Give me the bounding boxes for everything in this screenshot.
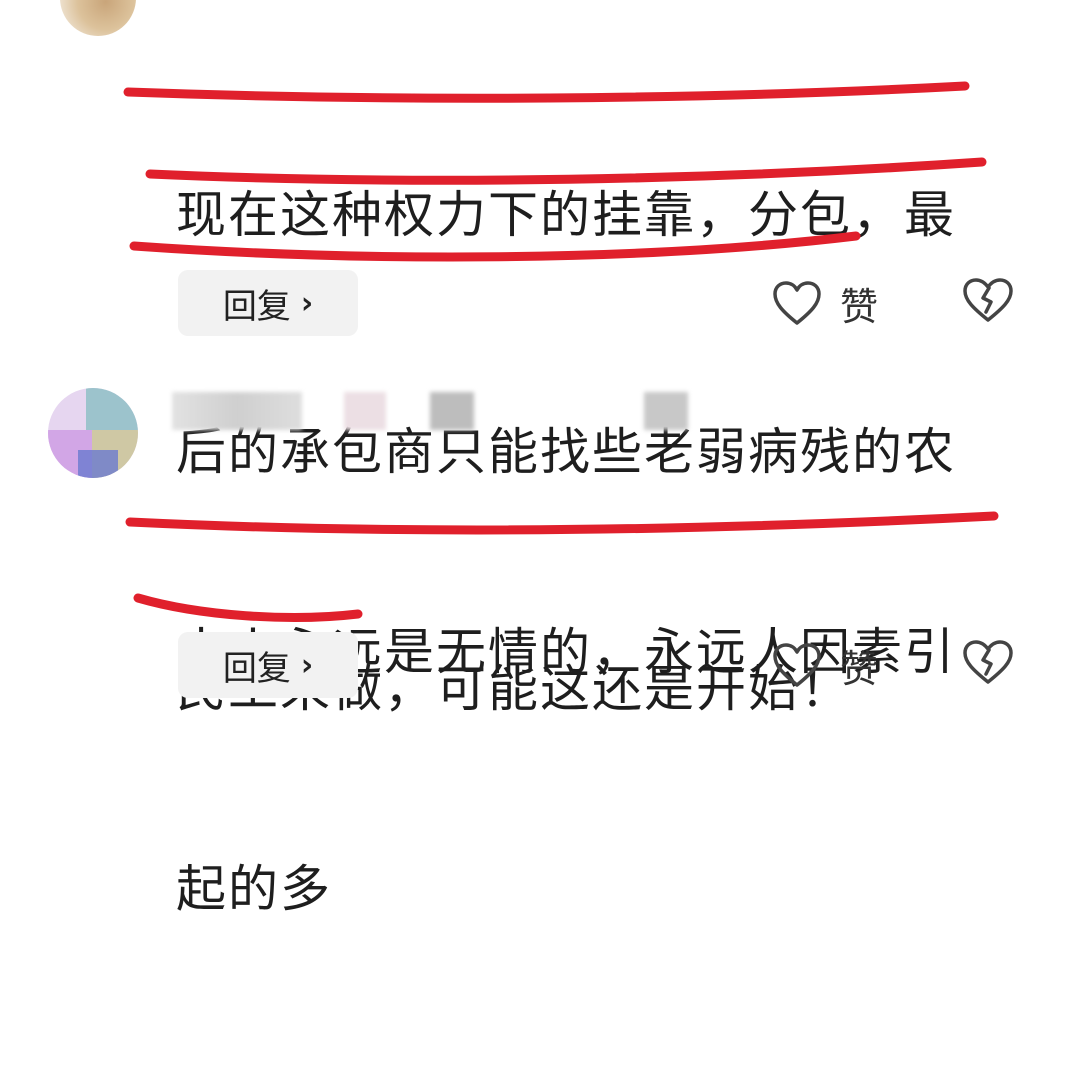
broken-heart-icon <box>963 640 1013 684</box>
heart-outline-icon <box>773 642 821 687</box>
blurred-username <box>644 392 688 430</box>
blurred-username <box>344 392 386 430</box>
blurred-username <box>430 392 474 430</box>
like-button[interactable]: 赞 <box>772 638 878 693</box>
reply-button[interactable]: 回复 › <box>178 632 358 698</box>
comment-2: 水火永远是无情的，永远人因素引 起的多 回复 › 赞 <box>0 0 1080 918</box>
reply-label: 回复 <box>222 648 291 689</box>
like-label: 赞 <box>840 647 879 691</box>
chevron-right-icon: › <box>300 647 314 683</box>
comment-line: 起的多 <box>176 860 332 918</box>
avatar[interactable] <box>48 388 138 478</box>
dislike-button[interactable] <box>962 640 1014 690</box>
comment-text: 水火永远是无情的，永远人因素引 起的多 <box>176 455 956 1087</box>
blurred-username <box>172 392 302 430</box>
